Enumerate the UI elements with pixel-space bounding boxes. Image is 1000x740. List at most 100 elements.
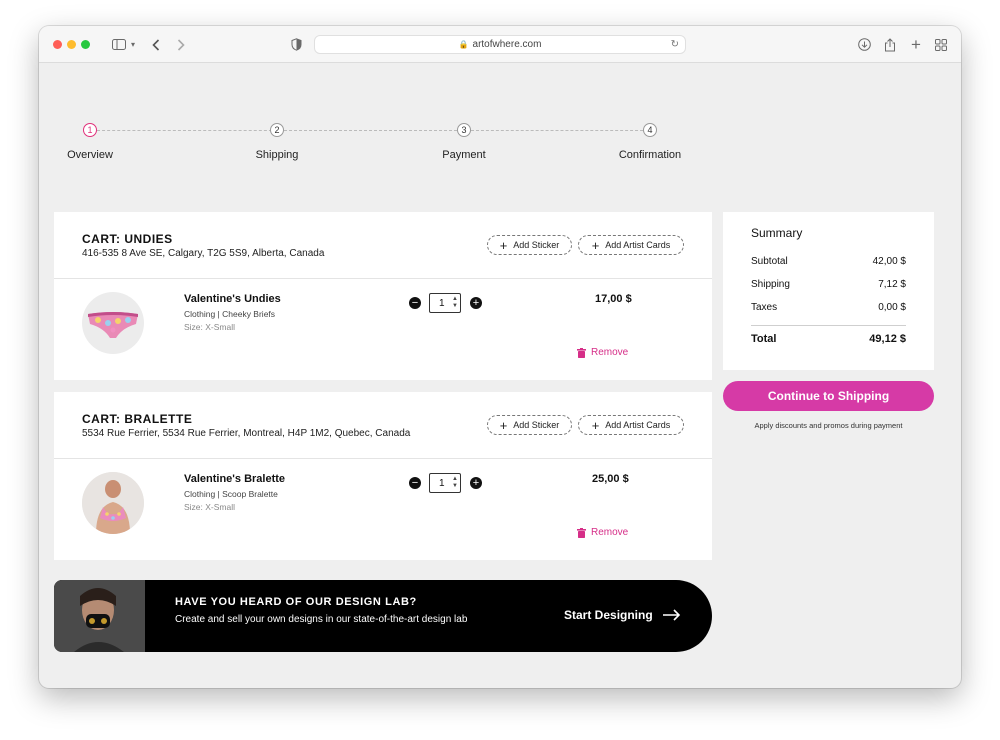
minimize-window-button[interactable]	[67, 40, 76, 49]
step-2-indicator[interactable]: 2	[270, 123, 284, 137]
total-value: 49,12 $	[869, 333, 906, 345]
step-connector	[284, 130, 457, 131]
step-1-label: Overview	[67, 149, 113, 161]
shipping-row: Shipping 7,12 $	[751, 279, 906, 290]
undies-thumbnail[interactable]	[82, 292, 144, 354]
decrease-quantity-button[interactable]: −	[409, 477, 421, 489]
shield-icon[interactable]	[289, 35, 303, 54]
tab-overview-icon[interactable]	[933, 35, 949, 54]
stepper-arrows-icon[interactable]: ▲ ▼	[452, 296, 458, 310]
stepper-arrows-icon[interactable]: ▲ ▼	[452, 476, 458, 490]
remove-button[interactable]: Remove	[577, 347, 628, 358]
add-artist-cards-button[interactable]: + Add Artist Cards	[578, 235, 684, 255]
remove-label: Remove	[591, 527, 629, 538]
increase-quantity-button[interactable]: +	[470, 297, 482, 309]
step-3-label: Payment	[442, 149, 486, 161]
reload-icon[interactable]: ↻	[671, 39, 679, 50]
chevron-down-icon[interactable]: ▾	[128, 35, 138, 54]
plus-icon: +	[591, 237, 600, 253]
promo-note: Apply discounts and promos during paymen…	[754, 421, 903, 430]
add-artist-cards-button[interactable]: + Add Artist Cards	[578, 415, 684, 435]
cart-undies: CART: UNDIES 416-535 8 Ave SE, Calgary, …	[54, 212, 712, 380]
product-size: Size: X-Small	[184, 502, 236, 512]
order-summary: Summary Subtotal 42,00 $ Shipping 7,12 $…	[723, 212, 934, 370]
cart-title: CART: UNDIES	[82, 232, 173, 246]
share-icon[interactable]	[882, 35, 898, 54]
quantity-value: 1	[439, 477, 445, 489]
decrease-quantity-button[interactable]: −	[409, 297, 421, 309]
subtotal-label: Subtotal	[751, 256, 788, 267]
total-label: Total	[751, 333, 777, 345]
add-artist-cards-label: Add Artist Cards	[605, 420, 671, 430]
subtotal-value: 42,00 $	[872, 256, 906, 267]
start-designing-label: Start Designing	[564, 608, 653, 622]
step-2-label: Shipping	[255, 149, 299, 161]
start-designing-link[interactable]: Start Designing	[564, 608, 681, 622]
address-bar[interactable]: 🔒 artofwhere.com ↻	[314, 35, 686, 54]
quantity-input[interactable]: 1 ▲ ▼	[429, 473, 461, 493]
divider	[54, 278, 712, 279]
plus-icon: +	[591, 417, 600, 433]
shipping-label: Shipping	[751, 279, 790, 290]
taxes-value: 0,00 $	[878, 302, 906, 313]
banner-heading: HAVE YOU HEARD OF OUR DESIGN LAB?	[175, 596, 417, 608]
browser-window: ▾ 🔒 artofwhere.com ↻ + 1 2 3 4 Overview …	[39, 26, 961, 688]
product-price: 17,00 $	[595, 293, 632, 305]
design-lab-banner[interactable]: HAVE YOU HEARD OF OUR DESIGN LAB? Create…	[54, 580, 712, 652]
add-sticker-button[interactable]: + Add Sticker	[487, 415, 572, 435]
product-price: 25,00 $	[592, 473, 629, 485]
download-icon[interactable]	[856, 35, 872, 54]
step-1-indicator[interactable]: 1	[83, 123, 97, 137]
page-content: 1 2 3 4 Overview Shipping Payment Confir…	[39, 64, 961, 688]
banner-text: Create and sell your own designs in our …	[175, 614, 468, 625]
add-sticker-button[interactable]: + Add Sticker	[487, 235, 572, 255]
product-name[interactable]: Valentine's Undies	[184, 293, 281, 305]
product-category: Clothing | Cheeky Briefs	[184, 309, 276, 319]
add-artist-cards-label: Add Artist Cards	[605, 240, 671, 250]
step-connector	[471, 130, 643, 131]
url-text: artofwhere.com	[472, 39, 542, 50]
divider	[54, 458, 712, 459]
subtotal-row: Subtotal 42,00 $	[751, 256, 906, 267]
add-sticker-label: Add Sticker	[513, 240, 560, 250]
quantity-input[interactable]: 1 ▲ ▼	[429, 293, 461, 313]
product-category: Clothing | Scoop Bralette	[184, 489, 278, 499]
bralette-thumbnail[interactable]	[82, 472, 144, 534]
cart-address: 416-535 8 Ave SE, Calgary, T2G 5S9, Albe…	[82, 248, 325, 259]
arrow-right-icon	[662, 609, 680, 621]
continue-to-shipping-button[interactable]: Continue to Shipping	[723, 381, 934, 411]
minus-icon: −	[411, 476, 419, 489]
increase-quantity-button[interactable]: +	[470, 477, 482, 489]
remove-label: Remove	[591, 347, 629, 358]
banner-photo	[54, 580, 145, 652]
add-sticker-label: Add Sticker	[513, 420, 560, 430]
close-window-button[interactable]	[53, 40, 62, 49]
plus-icon: +	[499, 237, 508, 253]
plus-icon: +	[499, 417, 508, 433]
cart-address: 5534 Rue Ferrier, 5534 Rue Ferrier, Mont…	[82, 428, 411, 439]
new-tab-icon[interactable]: +	[908, 35, 924, 54]
browser-toolbar: ▾ 🔒 artofwhere.com ↻ +	[39, 26, 961, 63]
step-3-indicator[interactable]: 3	[457, 123, 471, 137]
back-icon[interactable]	[149, 35, 163, 54]
taxes-row: Taxes 0,00 $	[751, 302, 906, 313]
quantity-value: 1	[439, 297, 445, 309]
product-size: Size: X-Small	[184, 322, 236, 332]
total-row: Total 49,12 $	[751, 333, 906, 345]
zoom-window-button[interactable]	[81, 40, 90, 49]
product-name[interactable]: Valentine's Bralette	[184, 473, 285, 485]
step-connector	[97, 130, 277, 131]
trash-icon	[577, 527, 586, 538]
cart-bralette: CART: BRALETTE 5534 Rue Ferrier, 5534 Ru…	[54, 392, 712, 560]
trash-icon	[577, 347, 586, 358]
summary-divider	[751, 325, 906, 326]
step-4-indicator[interactable]: 4	[643, 123, 657, 137]
cart-title: CART: BRALETTE	[82, 412, 193, 426]
lock-icon: 🔒	[458, 40, 469, 49]
taxes-label: Taxes	[751, 302, 778, 313]
forward-icon[interactable]	[174, 35, 188, 54]
minus-icon: −	[411, 296, 419, 309]
remove-button[interactable]: Remove	[577, 527, 628, 538]
plus-icon: +	[472, 296, 480, 309]
step-4-label: Confirmation	[618, 149, 682, 161]
